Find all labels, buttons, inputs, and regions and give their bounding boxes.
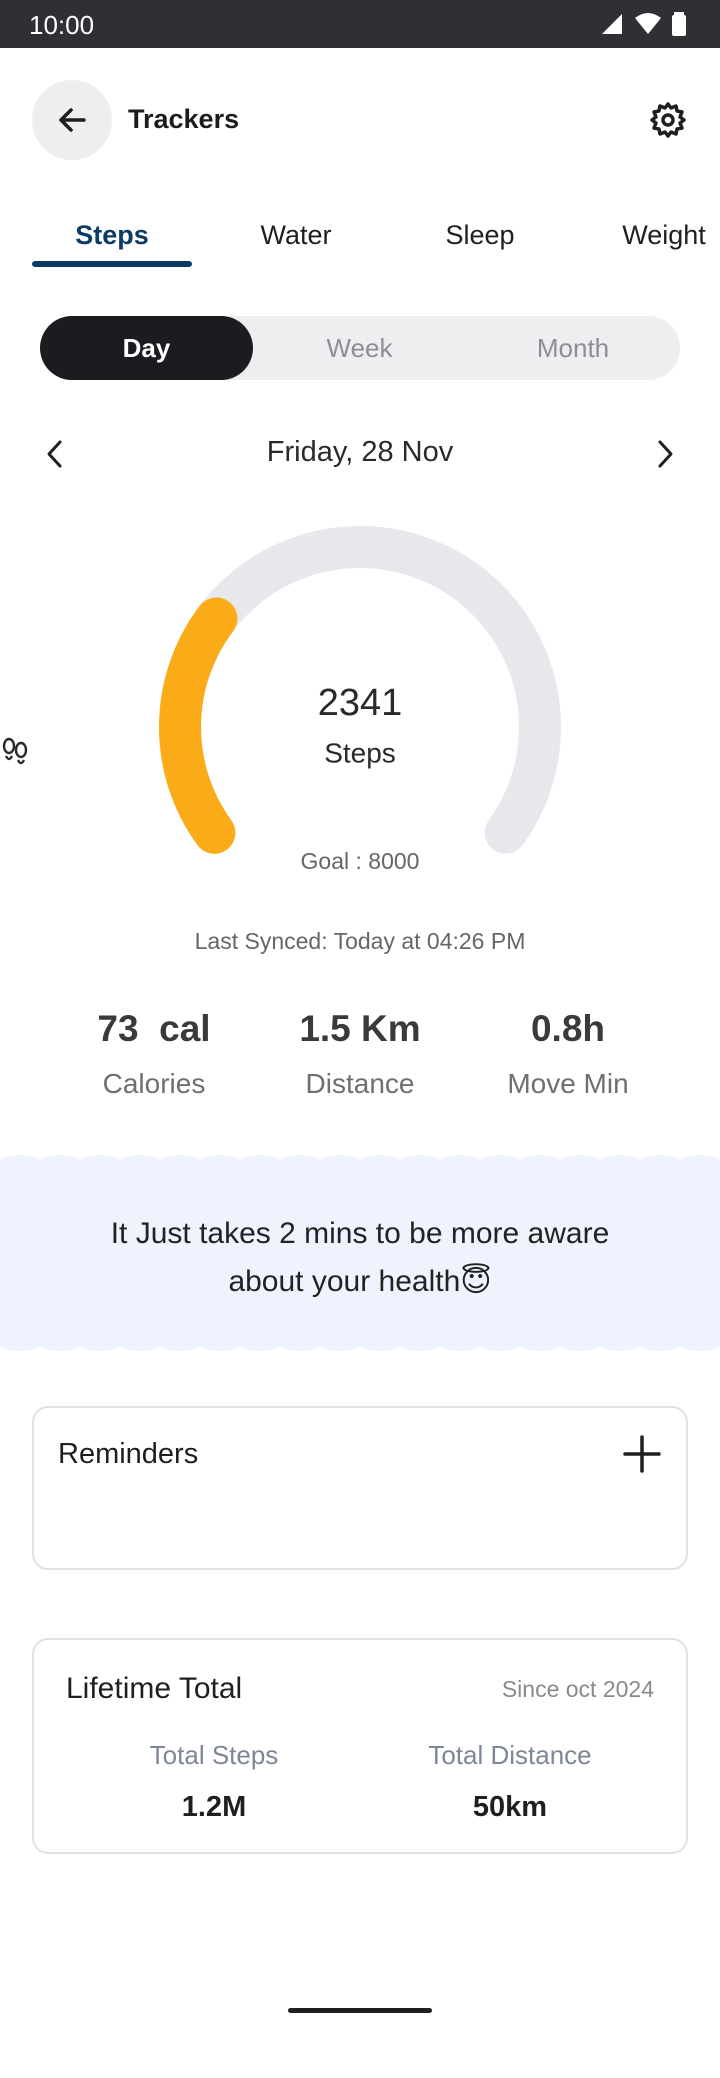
period-selector: Day Week Month — [40, 316, 680, 380]
stats-row: 73 cal Calories 1.5 Km Distance 0.8h Mov… — [0, 1008, 720, 1128]
lifetime-title: Lifetime Total — [66, 1672, 243, 1705]
tab-water[interactable]: Water — [216, 220, 376, 251]
banner-line-1: It Just takes 2 mins to be more aware — [110, 1217, 610, 1250]
total-steps: Total Steps 1.2M — [64, 1740, 364, 1824]
stat-calories: 73 cal Calories — [44, 1008, 264, 1100]
wifi-icon — [635, 13, 661, 34]
page-title: Trackers — [128, 104, 240, 134]
last-synced: Last Synced: Today at 04:26 PM — [194, 928, 526, 954]
arrow-back-icon — [59, 108, 86, 132]
chevron-right-icon — [658, 440, 673, 468]
reminders-card: Reminders — [32, 1406, 688, 1570]
stat-distance: 1.5 Km Distance — [250, 1008, 470, 1100]
total-distance: Total Distance 50km — [360, 1740, 660, 1824]
tracker-tabs: Steps Water Sleep Weight — [0, 210, 720, 270]
reminders-title: Reminders — [58, 1438, 199, 1470]
stat-distance-value: 1.5 Km — [299, 1008, 421, 1049]
stat-move-min: 0.8h Move Min — [458, 1008, 678, 1100]
period-week[interactable]: Week — [253, 316, 466, 380]
stat-distance-label: Distance — [305, 1068, 415, 1099]
status-icons — [600, 12, 686, 36]
signal-icon — [602, 14, 622, 34]
battery-icon — [672, 12, 686, 36]
tab-sleep[interactable]: Sleep — [400, 220, 560, 251]
stat-move-min-label: Move Min — [507, 1068, 629, 1099]
total-steps-label: Total Steps — [149, 1740, 279, 1770]
gauge-progress — [159, 597, 238, 854]
tab-indicator — [32, 261, 192, 267]
total-distance-label: Total Distance — [428, 1740, 592, 1770]
tab-weight[interactable]: Weight — [584, 220, 720, 251]
home-indicator[interactable] — [288, 2008, 432, 2013]
awareness-banner: It Just takes 2 mins to be more aware ab… — [0, 1148, 720, 1358]
date-label: Friday, 28 Nov — [266, 436, 454, 468]
total-steps-value: 1.2M — [181, 1791, 247, 1823]
tab-steps[interactable]: Steps — [32, 220, 192, 251]
stat-calories-value: 73 cal — [97, 1008, 211, 1049]
banner-line-2: about your health😇 — [228, 1265, 492, 1298]
lifetime-total-card: Lifetime Total Since oct 2024 Total Step… — [32, 1638, 688, 1854]
goal-label: Goal : 8000 — [300, 848, 420, 874]
period-month[interactable]: Month — [466, 316, 680, 380]
steps-label-row: Steps — [0, 736, 720, 770]
app-header: Trackers — [0, 48, 720, 198]
stat-move-min-value: 0.8h — [530, 1008, 606, 1049]
settings-button[interactable] — [648, 100, 688, 140]
add-reminder-button[interactable] — [622, 1434, 662, 1474]
status-bar: 10:00 — [0, 0, 720, 48]
banner-text: It Just takes 2 mins to be more aware ab… — [60, 1210, 660, 1306]
next-day-button[interactable] — [650, 436, 680, 472]
status-time: 10:00 — [29, 10, 95, 40]
since-label: Since oct 2024 — [501, 1676, 654, 1702]
gear-icon — [650, 102, 686, 138]
plus-icon — [623, 1435, 661, 1473]
stat-calories-label: Calories — [102, 1068, 206, 1099]
period-day[interactable]: Day — [40, 316, 253, 380]
total-distance-value: 50km — [472, 1791, 548, 1823]
steps-label: Steps — [324, 737, 396, 769]
back-button[interactable] — [32, 80, 112, 160]
steps-count: 2341 — [317, 682, 403, 724]
date-navigator: Friday, 28 Nov — [0, 424, 720, 484]
steps-gauge: 2341 Steps Goal : 8000 — [0, 500, 720, 900]
footprints-icon — [2, 737, 28, 765]
